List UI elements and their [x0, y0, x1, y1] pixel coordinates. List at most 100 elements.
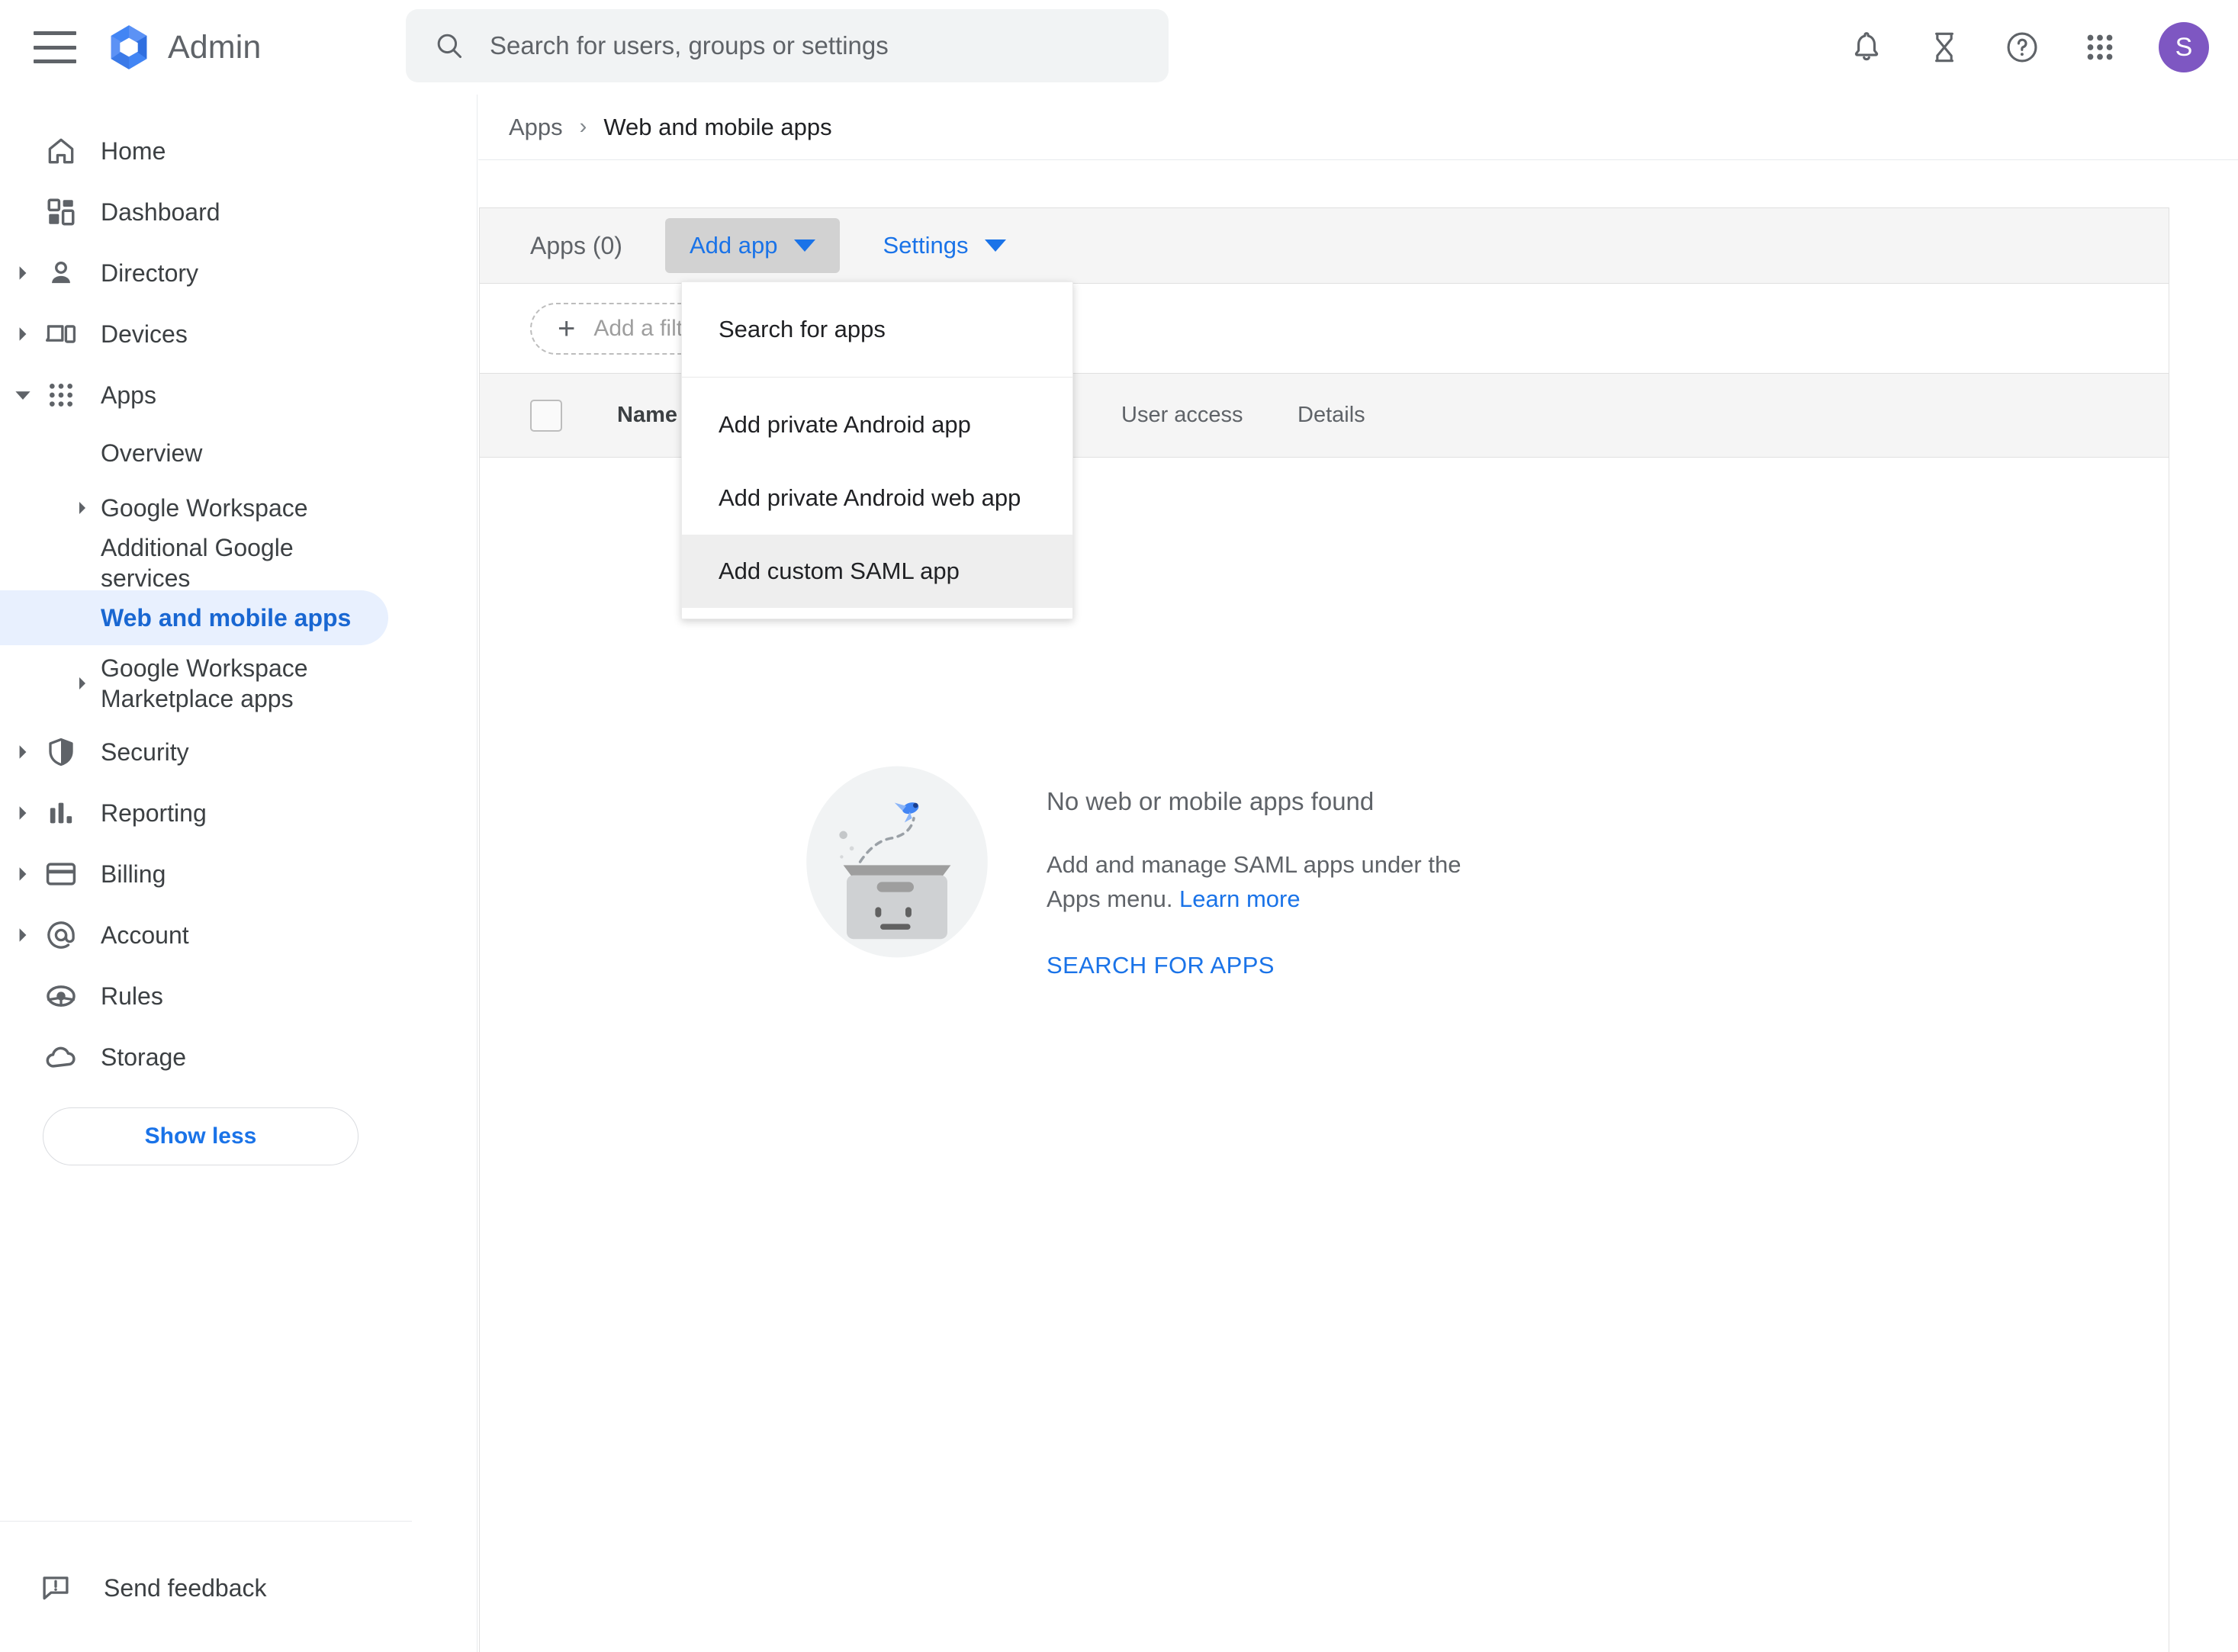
shield-icon [43, 734, 79, 770]
add-app-dropdown-menu: Search for apps Add private Android app … [681, 281, 1073, 619]
column-header-name-label: Name [617, 403, 677, 427]
top-app-bar: Admin Search for users, groups or settin… [0, 0, 2238, 95]
empty-state: No web or mobile apps found Add and mana… [796, 761, 1489, 979]
empty-state-title: No web or mobile apps found [1047, 787, 1375, 815]
dashboard-icon [43, 194, 79, 230]
sidebar-item-label: Reporting [101, 799, 207, 827]
send-feedback-button[interactable]: Send feedback [0, 1559, 267, 1617]
card-toolbar: Apps (0) Add app Settings [480, 208, 2169, 284]
avatar[interactable]: S [2159, 22, 2209, 72]
admin-console-page: Admin Search for users, groups or settin… [0, 0, 2238, 1652]
sidebar-item-google-workspace[interactable]: Google Workspace [0, 480, 388, 535]
search-icon [437, 34, 462, 59]
feedback-icon [40, 1570, 76, 1606]
add-app-label: Add app [689, 232, 778, 259]
sidebar-item-home[interactable]: Home [0, 121, 388, 182]
menu-item-add-custom-saml-app[interactable]: Add custom SAML app [682, 535, 1072, 608]
sidebar-item-label: Home [101, 137, 166, 165]
search-for-apps-button[interactable]: SEARCH FOR APPS [1047, 952, 1489, 979]
learn-more-link[interactable]: Learn more [1179, 885, 1301, 912]
sidebar-item-label: Directory [101, 259, 199, 287]
show-less-button[interactable]: Show less [43, 1107, 359, 1165]
settings-button[interactable]: Settings [858, 218, 1031, 273]
sidebar-item-billing[interactable]: Billing [0, 844, 388, 905]
apps-count-label: Apps (0) [530, 231, 622, 259]
menu-section-search: Search for apps [682, 282, 1072, 377]
sidebar-item-account[interactable]: Account [0, 905, 388, 966]
sidebar-item-apps[interactable]: Apps [0, 365, 388, 426]
select-all-checkbox[interactable] [530, 399, 562, 432]
chevron-right-icon[interactable] [14, 865, 32, 883]
global-search-input[interactable]: Search for users, groups or settings [406, 9, 1169, 82]
sidebar-item-label: Google Workspace Marketplace apps [101, 654, 308, 712]
product-name: Admin [168, 28, 262, 66]
chevron-down-icon[interactable] [14, 386, 32, 404]
sidebar-item-label: Overview [101, 439, 203, 467]
empty-state-description: Add and manage SAML apps under the Apps … [1047, 848, 1489, 917]
chevron-right-icon[interactable] [14, 264, 32, 282]
apps-grid-icon [43, 377, 79, 413]
menu-item-search-for-apps[interactable]: Search for apps [682, 293, 1072, 366]
menu-item-add-private-android-app[interactable]: Add private Android app [682, 388, 1072, 461]
breadcrumb-apps[interactable]: Apps [509, 114, 563, 141]
sidebar-item-label: Storage [101, 1043, 187, 1071]
cloud-icon [43, 1039, 79, 1075]
sidebar-item-google-workspace-marketplace-apps[interactable]: Google Workspace Marketplace apps [0, 645, 388, 722]
chevron-right-icon[interactable] [73, 499, 92, 517]
chevron-right-icon[interactable] [73, 674, 92, 693]
sidebar-item-label: Web and mobile apps [101, 604, 352, 632]
breadcrumb: Apps › Web and mobile apps [478, 95, 2238, 160]
credit-card-icon [43, 856, 79, 892]
sidebar-divider [0, 1521, 412, 1522]
sidebar-item-label: Devices [101, 320, 188, 348]
sidebar-item-overview[interactable]: Overview [0, 426, 388, 480]
sidebar-item-label: Account [101, 921, 189, 949]
sidebar-item-label: Rules [101, 982, 163, 1010]
chevron-right-icon[interactable] [14, 743, 32, 761]
notifications-bell-icon[interactable] [1847, 28, 1886, 66]
chevron-right-icon[interactable] [14, 325, 32, 343]
column-header-user-access[interactable]: User access [1121, 403, 1243, 428]
chevron-right-icon[interactable] [14, 926, 32, 944]
hourglass-icon[interactable] [1925, 28, 1963, 66]
sidebar-item-additional-google-services[interactable]: Additional Google services [0, 534, 388, 592]
sidebar-item-label: Google Workspace [101, 494, 308, 522]
help-circle-icon[interactable] [2003, 28, 2041, 66]
sidebar-item-reporting[interactable]: Reporting [0, 783, 388, 844]
devices-icon [43, 316, 79, 352]
table-body: No web or mobile apps found Add and mana… [480, 458, 2169, 1652]
sidebar-item-rules[interactable]: Rules [0, 966, 388, 1027]
chevron-down-icon [794, 239, 816, 252]
sidebar-item-security[interactable]: Security [0, 722, 388, 783]
sidebar-item-label: Dashboard [101, 198, 220, 226]
sidebar-item-label: Security [101, 738, 189, 766]
sidebar-item-devices[interactable]: Devices [0, 304, 388, 365]
sidebar-item-directory[interactable]: Directory [0, 243, 388, 304]
sidebar: Home Dashboard Directory Devices Apps Ov… [0, 95, 478, 1652]
home-icon [43, 133, 79, 169]
chevron-down-icon [985, 239, 1007, 252]
show-less-wrap: Show less [0, 1088, 477, 1165]
bar-chart-icon [43, 795, 79, 831]
admin-logo[interactable]: Admin [104, 22, 261, 72]
apps-grid-icon[interactable] [2081, 28, 2119, 66]
hamburger-icon[interactable] [34, 31, 76, 63]
sidebar-item-label: Billing [101, 860, 166, 888]
chevron-right-icon[interactable] [14, 804, 32, 822]
steering-wheel-icon [43, 978, 79, 1014]
menu-section-add: Add private Android app Add private Andr… [682, 377, 1072, 619]
sidebar-item-label: Additional Google services [101, 534, 294, 592]
empty-state-text: No web or mobile apps found Add and mana… [1047, 761, 1489, 979]
person-icon [43, 255, 79, 291]
top-bar-actions: S [1847, 0, 2209, 95]
sidebar-item-web-and-mobile-apps[interactable]: Web and mobile apps [0, 590, 388, 645]
column-header-details[interactable]: Details [1297, 403, 1365, 428]
sidebar-nav: Home Dashboard Directory Devices Apps Ov… [0, 95, 477, 1165]
menu-item-add-private-android-web-app[interactable]: Add private Android web app [682, 461, 1072, 535]
at-sign-icon [43, 917, 79, 953]
add-app-button[interactable]: Add app [664, 218, 841, 273]
sidebar-item-dashboard[interactable]: Dashboard [0, 182, 388, 243]
sidebar-item-storage[interactable]: Storage [0, 1027, 388, 1088]
send-feedback-label: Send feedback [104, 1573, 267, 1602]
google-admin-hex-icon [111, 25, 147, 69]
